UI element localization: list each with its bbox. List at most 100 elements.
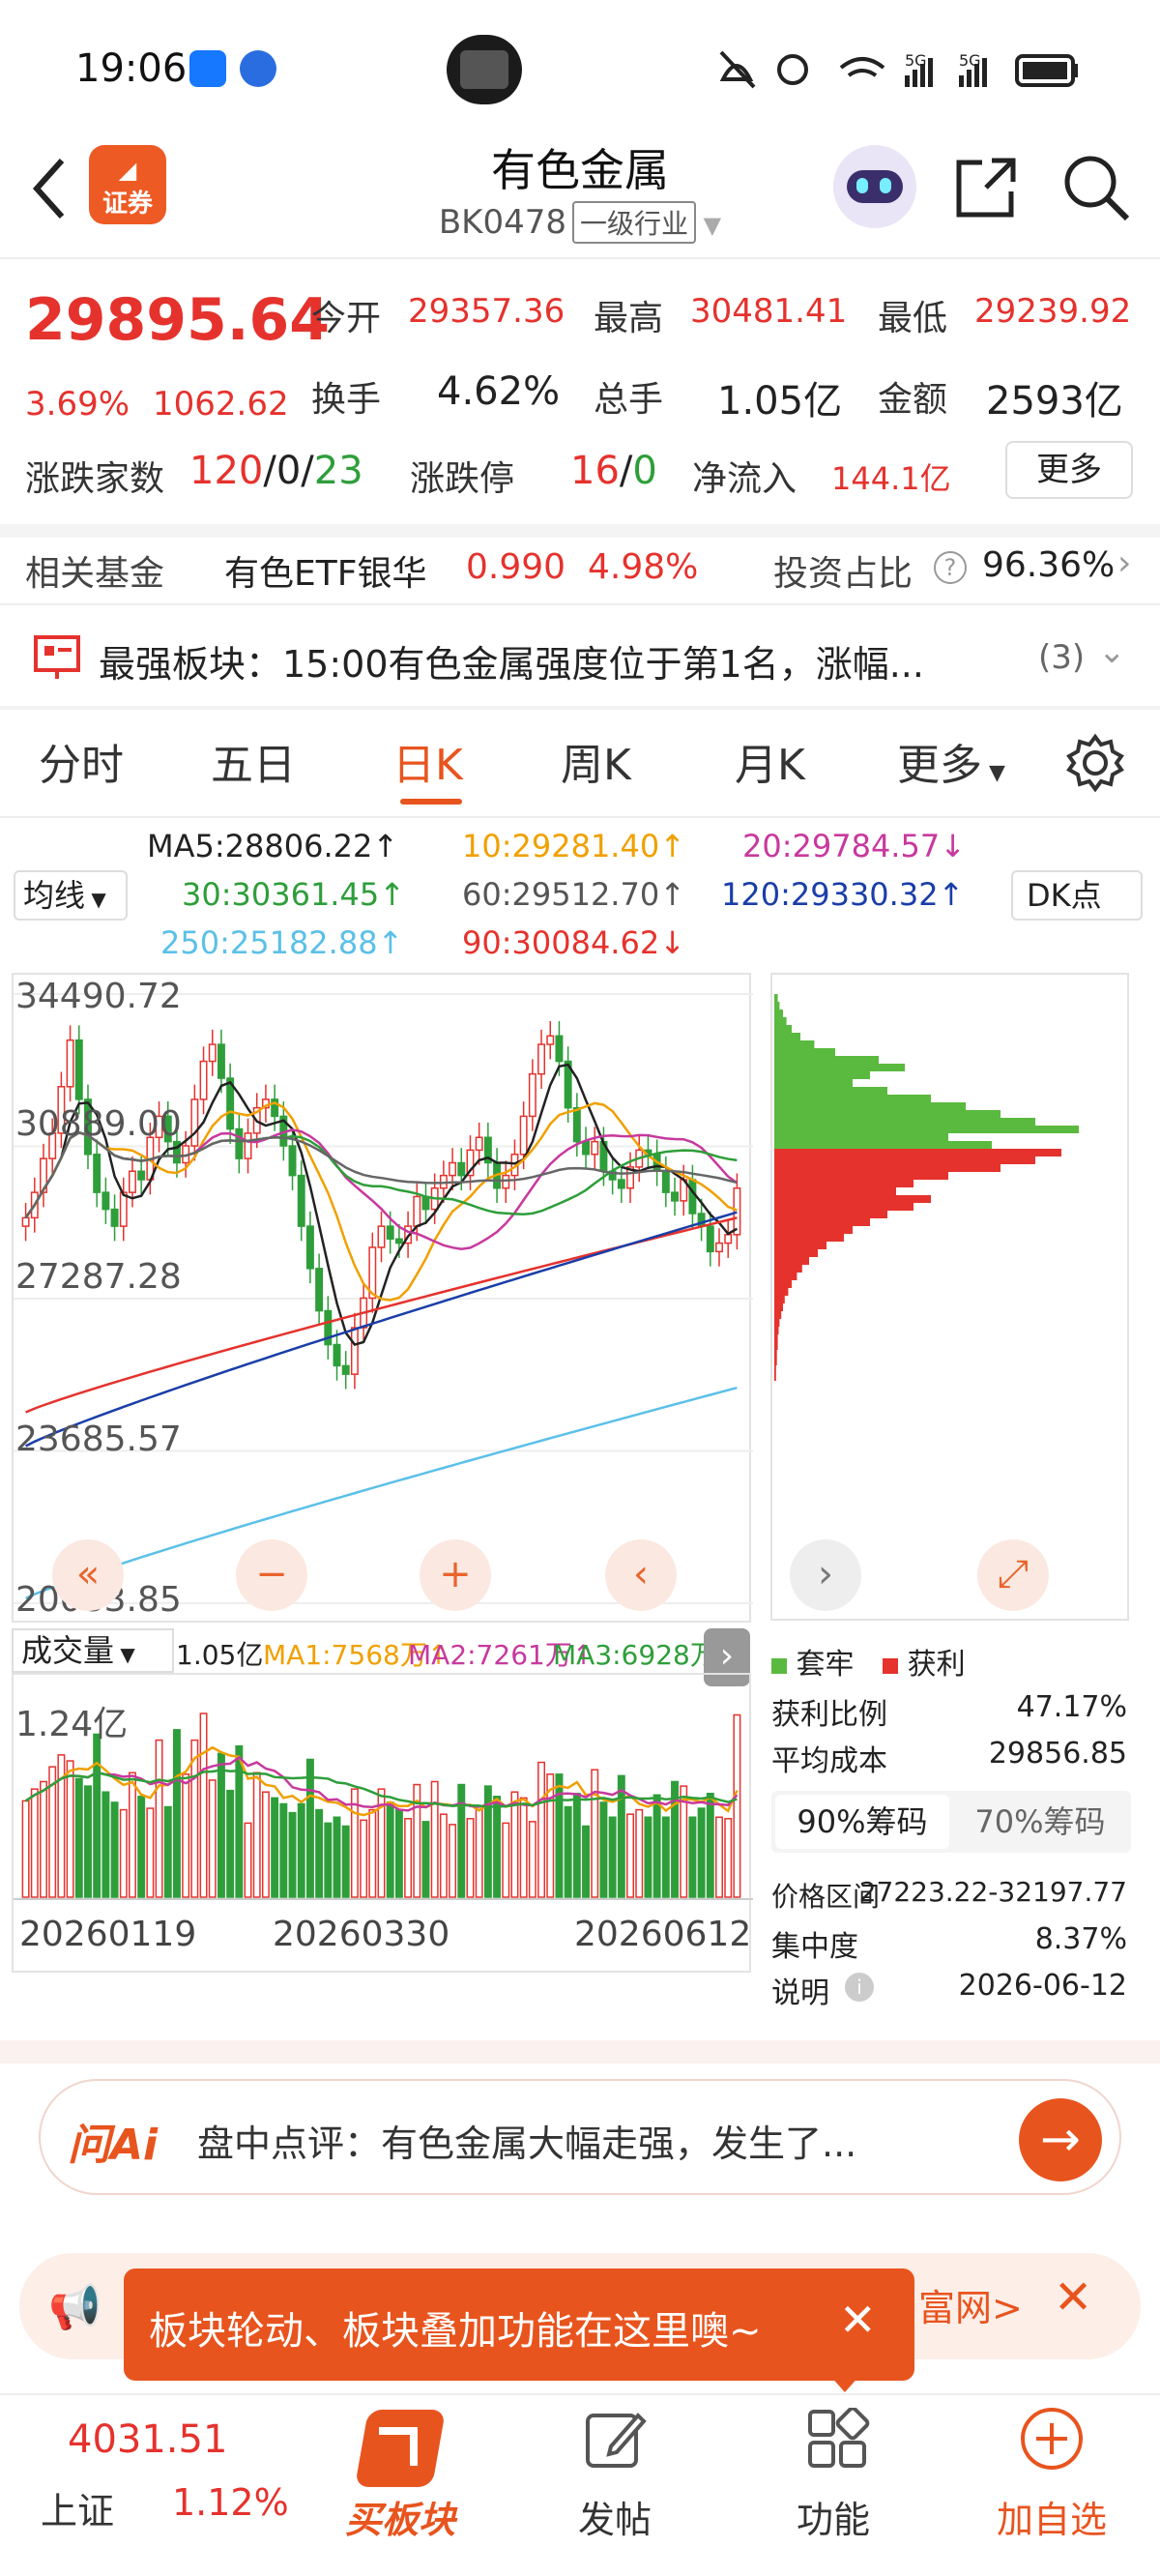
chip-tabs: 90%筹码 70%筹码	[771, 1791, 1131, 1853]
alipay-icon	[189, 50, 226, 87]
tooltip-close-icon[interactable]: ✕	[839, 2294, 877, 2346]
candle	[386, 1225, 394, 1240]
candle	[394, 1238, 403, 1244]
ai-comment-bar[interactable]: 问Ai 盘中点评：有色金属大幅走强，发生了... →	[39, 2079, 1121, 2195]
amount-label: 金额	[878, 380, 948, 420]
chip-bar	[774, 1095, 931, 1102]
index-pct[interactable]: 1.12%	[172, 2481, 289, 2524]
tab-more[interactable]: 更多 ▼	[897, 730, 1005, 792]
candle	[715, 1242, 723, 1253]
function-label[interactable]: 功能	[737, 2490, 930, 2543]
notice-text[interactable]: 最强板块：15:00有色金属强度位于第1名，涨幅...	[99, 634, 924, 688]
volume-bar	[439, 1813, 448, 1898]
share-icon[interactable]	[953, 155, 1021, 220]
volume-bar	[502, 1822, 510, 1898]
post-label[interactable]: 发帖	[518, 2490, 711, 2543]
volume-bar	[129, 1771, 136, 1898]
camera-notch	[447, 35, 522, 104]
candle	[199, 1060, 208, 1100]
settings-gear-icon[interactable]	[1065, 733, 1125, 793]
netflow-value: 144.1亿	[831, 460, 951, 497]
fund-name[interactable]: 有色ETF银华	[224, 545, 426, 596]
candle	[208, 1043, 217, 1063]
add-watchlist-icon[interactable]	[1019, 2406, 1085, 2472]
kline-chart[interactable]: 34490.72 30889.00 27287.28 23685.57 2008…	[12, 973, 753, 1623]
chevron-down-icon[interactable]: ⌄	[1098, 632, 1126, 671]
tab-monthly-k[interactable]: 月K	[735, 730, 805, 792]
ma20-value: 20:29784.57↓	[742, 828, 966, 864]
tab-70-chip[interactable]: 70%筹码	[953, 1795, 1127, 1849]
candle	[733, 1186, 741, 1236]
step-forward-button[interactable]: ›	[790, 1539, 861, 1611]
zoom-in-button[interactable]: +	[420, 1539, 491, 1611]
banner-close-icon[interactable]: ✕	[1054, 2270, 1092, 2325]
volume-bar	[279, 1802, 288, 1898]
info-icon[interactable]: i	[845, 1973, 874, 2002]
volume-bar	[608, 1816, 617, 1898]
ma90-value: 90:30084.62↓	[462, 924, 685, 961]
note-label: 说明	[771, 1976, 829, 2010]
volume-bar	[137, 1796, 146, 1898]
volume-bar	[324, 1822, 333, 1898]
expand-icon[interactable]: ⤢	[977, 1539, 1049, 1611]
volume-bar	[315, 1808, 324, 1898]
candle	[671, 1191, 679, 1202]
tab-90-chip[interactable]: 90%筹码	[775, 1795, 949, 1849]
candle	[475, 1136, 483, 1152]
chip-bar	[774, 1265, 802, 1273]
volume-bar	[591, 1769, 599, 1898]
volume-bar	[93, 1733, 102, 1898]
chip-bar	[774, 1102, 966, 1110]
candle	[74, 1039, 83, 1100]
ma250-value: 250:25182.88↑	[160, 924, 404, 961]
tab-minute[interactable]: 分时	[39, 730, 124, 792]
indicator-selector[interactable]: 成交量 ▼	[12, 1628, 174, 1673]
tab-indicator	[400, 799, 462, 805]
chevron-right-icon[interactable]: ›	[1117, 543, 1131, 583]
buy-sector-label[interactable]: 买板块	[304, 2490, 497, 2543]
function-grid-icon[interactable]	[806, 2408, 870, 2472]
tab-daily-k[interactable]: 日K	[392, 730, 463, 792]
ai-assistant-icon[interactable]	[833, 145, 916, 228]
turnover-label: 换手	[311, 380, 382, 420]
banner-link[interactable]: 富网>	[918, 2278, 1023, 2331]
tab-weekly-k[interactable]: 周K	[561, 730, 631, 792]
volume-bar	[333, 1816, 341, 1898]
volume-bar	[652, 1794, 661, 1898]
fast-backward-button[interactable]: «	[52, 1539, 124, 1611]
index-name[interactable]: 上证	[41, 2481, 114, 2534]
volume-bar	[305, 1758, 314, 1898]
search-icon[interactable]	[1061, 153, 1131, 222]
status-icons: 5G 5G	[719, 50, 1078, 89]
last-price: 29895.64	[25, 286, 331, 354]
volume-bar	[715, 1816, 723, 1898]
volume-chart[interactable]: 1.24亿 20260119 20260330 20260612	[12, 1673, 753, 1973]
more-button[interactable]: 更多	[1005, 441, 1133, 499]
add-watchlist-label[interactable]: 加自选	[955, 2490, 1148, 2543]
volume-bar	[449, 1824, 457, 1898]
chip-bar	[774, 1249, 818, 1257]
post-icon[interactable]	[584, 2408, 648, 2472]
high-label: 最高	[594, 299, 664, 338]
volume-bar	[119, 1808, 128, 1898]
help-icon[interactable]: ?	[934, 551, 967, 584]
arrow-right-icon[interactable]: →	[1019, 2098, 1102, 2181]
zoom-out-button[interactable]: −	[236, 1539, 307, 1611]
volume-bar	[217, 1752, 225, 1898]
dk-point-button[interactable]: DK点	[1011, 870, 1143, 921]
profit-ratio-value: 47.17%	[1016, 1690, 1127, 1724]
volume-bar	[172, 1729, 181, 1898]
tab-five-day[interactable]: 五日	[211, 730, 296, 792]
turnover-value: 4.62%	[437, 369, 561, 414]
candle	[93, 1154, 102, 1193]
volume-bar	[572, 1792, 581, 1898]
ma-selector[interactable]: 均线 ▼	[14, 870, 128, 921]
chip-bar	[774, 1064, 905, 1071]
index-value[interactable]: 4031.51	[68, 2417, 227, 2462]
step-back-button[interactable]: ‹	[605, 1539, 677, 1611]
chip-legend: 套牢 获利	[771, 1640, 966, 1683]
chip-bar	[774, 1172, 948, 1180]
buy-sector-icon[interactable]	[342, 2402, 462, 2499]
candle	[377, 1225, 386, 1248]
volume-bar	[537, 1761, 546, 1898]
